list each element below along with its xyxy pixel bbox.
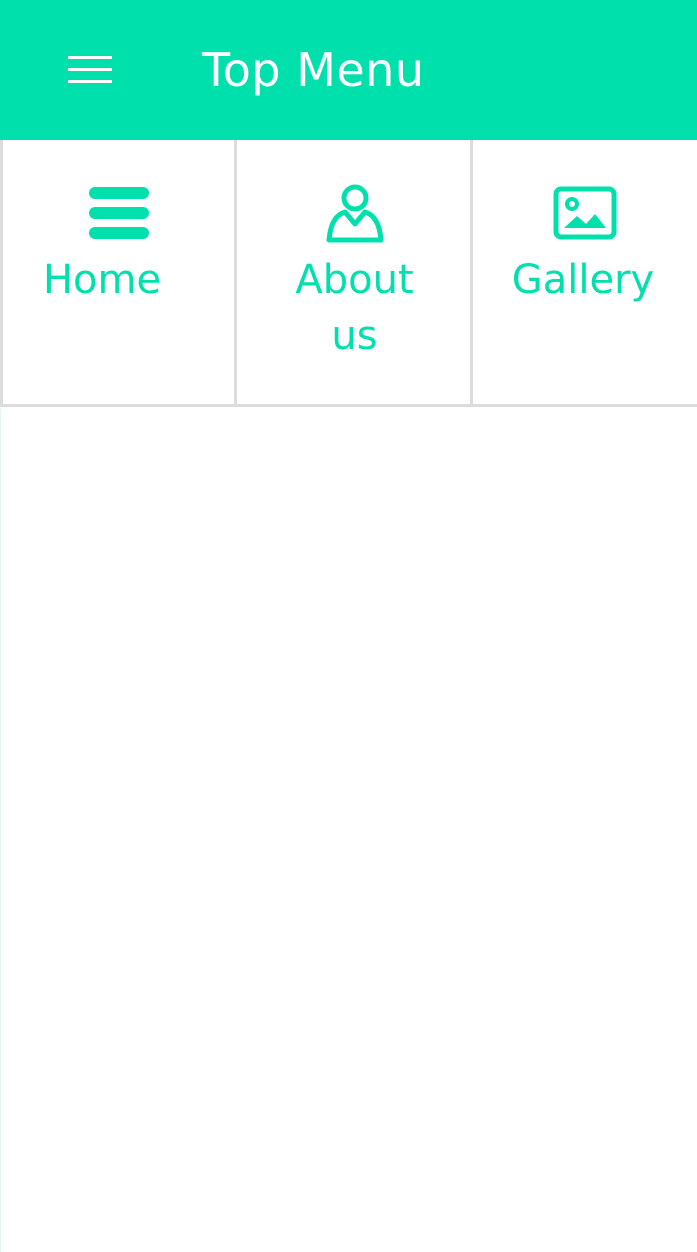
hamburger-menu-icon: [68, 56, 112, 83]
menu-button[interactable]: [58, 46, 122, 94]
top-app-bar: Top Menu: [0, 0, 697, 140]
nav-item-gallery[interactable]: Gallery: [470, 140, 697, 407]
image-icon: [553, 186, 617, 240]
nav-item-label: Gallery: [511, 257, 655, 303]
page-title: Top Menu: [202, 43, 425, 97]
nav-item-about-us[interactable]: About us: [234, 140, 472, 407]
nav-grid: Home About us Gallery: [0, 140, 697, 409]
user-icon: [326, 184, 383, 243]
nav-item-label: Home: [42, 257, 162, 303]
bars-icon: [89, 187, 149, 239]
app-screen: Top Menu Home About us Gallery: [0, 0, 697, 1252]
nav-item-label: About us: [295, 257, 414, 359]
nav-item-home[interactable]: Home: [0, 140, 235, 407]
content-area: [0, 409, 697, 1252]
